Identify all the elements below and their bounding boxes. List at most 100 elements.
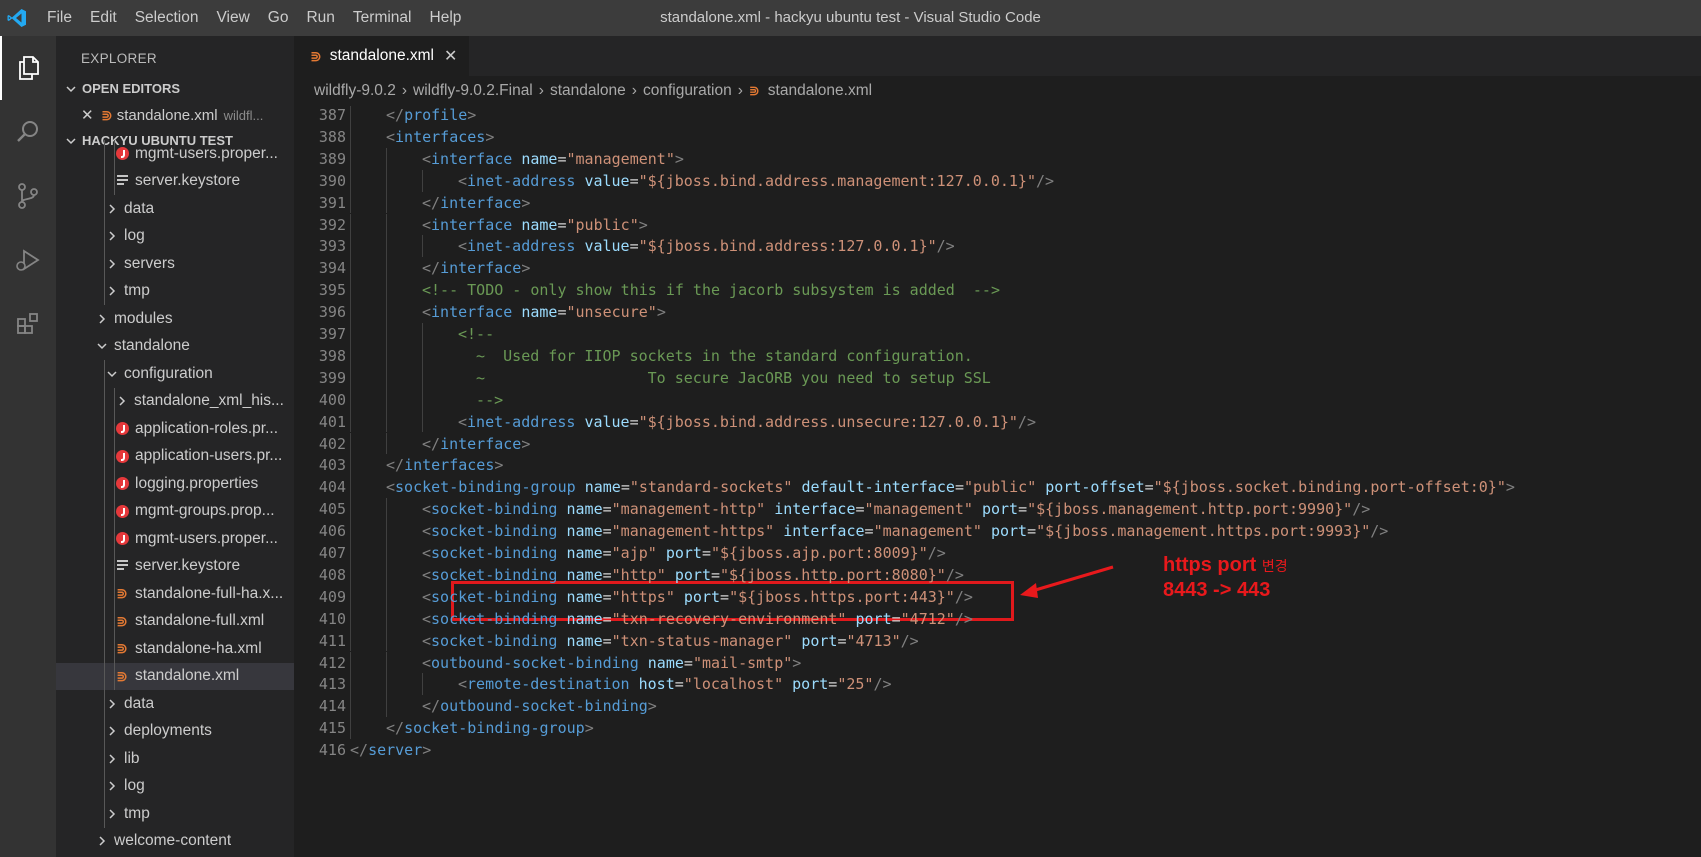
tree-item[interactable]: mgmt-users.proper... [56, 525, 294, 553]
breadcrumb-item[interactable]: wildfly-9.0.2.Final [413, 82, 533, 100]
code-line: 400 --> [294, 388, 1701, 413]
java-properties-icon [114, 422, 130, 436]
tree-item[interactable]: configuration [56, 360, 294, 388]
tree-item[interactable]: data [56, 690, 294, 718]
tree-item[interactable]: ⋑ standalone-ha.xml [56, 635, 294, 663]
menu-help[interactable]: Help [421, 0, 471, 36]
code-text: <!-- TODO - only show this if the jacorb… [422, 279, 1000, 303]
close-icon[interactable]: ✕ [81, 106, 101, 124]
tree-item[interactable]: server.keystore [56, 167, 294, 195]
menu-go[interactable]: Go [259, 0, 298, 36]
tree-item[interactable]: ⋑ standalone-full-ha.x... [56, 580, 294, 608]
tree-item[interactable]: tmp [56, 277, 294, 305]
menu-terminal[interactable]: Terminal [344, 0, 421, 36]
code-token: < [458, 675, 468, 694]
code-line: 394 </interface> [294, 257, 1701, 281]
tree-item[interactable]: application-users.pr... [56, 442, 294, 470]
tree-item[interactable]: data [56, 195, 294, 223]
breadcrumb-item[interactable]: standalone.xml [768, 82, 872, 100]
open-editor-path: wildfl... [223, 107, 264, 123]
code-token: interface [431, 215, 513, 234]
chevron-down-icon [62, 83, 80, 95]
tree-item[interactable]: mgmt-groups.prop... [56, 497, 294, 525]
code-token: </ [422, 193, 441, 212]
code-token: = [602, 544, 612, 562]
code-token: > [521, 434, 531, 453]
extensions-icon[interactable] [0, 292, 56, 356]
code-token: inet-address [467, 171, 576, 190]
menu-run[interactable]: Run [297, 0, 343, 36]
tree-item[interactable]: lib [56, 745, 294, 773]
code-line: 399 ~ To secure JacORB you need to setup… [294, 366, 1701, 391]
breadcrumb-item[interactable]: standalone [550, 82, 626, 100]
menu-view[interactable]: View [207, 0, 258, 36]
tree-item[interactable]: server.keystore [56, 552, 294, 580]
code-text: <interfaces> [386, 126, 494, 150]
code-token: > [494, 456, 504, 475]
tree-item[interactable]: log [56, 222, 294, 250]
tree-item[interactable]: standalone [56, 333, 294, 361]
code-token: profile [404, 106, 468, 124]
tree-item[interactable]: deployments [56, 717, 294, 745]
line-number: 416 [318, 741, 346, 760]
tree-item-label: lib [124, 749, 140, 767]
code-token: "${jboss.bind.address:127.0.0.1}" [638, 237, 937, 256]
code-token: = [629, 171, 639, 190]
tree-item[interactable]: modules [56, 305, 294, 333]
code-token: "${jboss.management.http.port:9990}" [1027, 500, 1353, 519]
code-token: name [566, 565, 603, 584]
menu-selection[interactable]: Selection [126, 0, 208, 36]
code-text: <interface name="management"> [422, 148, 684, 172]
tree-item[interactable]: mgmt-users.proper... [56, 140, 294, 168]
menu-file[interactable]: File [38, 0, 81, 36]
menu-edit[interactable]: Edit [81, 0, 126, 36]
tree-item[interactable]: welcome-content [56, 828, 294, 856]
code-token: = [1144, 478, 1154, 497]
tree-item-label: tmp [124, 282, 150, 300]
tree-item[interactable]: ⋑ standalone.xml [56, 662, 294, 690]
code-text: --> [458, 389, 503, 413]
code-text: </interfaces> [386, 454, 503, 478]
code-token: = [602, 609, 612, 628]
chevron-right-icon [104, 808, 120, 820]
tab-standalone-xml[interactable]: ⋑ standalone.xml ✕ [294, 36, 470, 76]
code-token: "management" [864, 500, 973, 519]
java-properties-icon [114, 532, 130, 546]
tree-item[interactable]: logging.properties [56, 470, 294, 498]
tree-item[interactable]: application-roles.pr... [56, 415, 294, 443]
breadcrumb-item[interactable]: configuration [643, 82, 732, 100]
code-token: = [828, 675, 838, 694]
open-editors-header[interactable]: OPEN EDITORS [56, 76, 294, 102]
code-token: --> [458, 390, 504, 409]
run-debug-icon[interactable] [0, 228, 56, 292]
code-line: 398 ~ Used for IIOP sockets in the stand… [294, 344, 1701, 369]
code-token: "unsecure" [566, 303, 657, 322]
tree-item[interactable]: ⋑ standalone-full.xml [56, 607, 294, 635]
chevron-right-icon [94, 835, 110, 847]
code-token: > [584, 719, 594, 738]
code-token: /> [1017, 412, 1036, 431]
explorer-icon[interactable] [0, 36, 56, 100]
source-control-icon[interactable] [0, 164, 56, 228]
code-token: name [584, 478, 621, 497]
tree-item[interactable]: log [56, 772, 294, 800]
tree-item[interactable]: servers [56, 250, 294, 278]
line-number: 403 [318, 456, 346, 475]
code-editor[interactable]: https port 변경 8443 -> 443 387 </profile> 3… [294, 106, 1701, 857]
code-token: interface [440, 193, 522, 212]
rss-icon: ⋑ [116, 640, 128, 657]
code-text: <inet-address value="${jboss.bind.addres… [458, 235, 955, 259]
code-token: "management-http" [611, 500, 766, 519]
tree-item[interactable]: tmp [56, 800, 294, 828]
close-icon[interactable]: ✕ [444, 46, 457, 66]
breadcrumb-item[interactable]: wildfly-9.0.2 [314, 82, 396, 100]
code-text: <interface name="unsecure"> [422, 301, 666, 325]
search-icon[interactable] [0, 100, 56, 164]
code-token: /> [954, 609, 973, 628]
tree-item[interactable]: standalone_xml_his... [56, 387, 294, 415]
rss-icon: ⋑ [748, 83, 760, 98]
open-editor-item[interactable]: ✕ ⋑ standalone.xml wildfl... [56, 102, 294, 128]
